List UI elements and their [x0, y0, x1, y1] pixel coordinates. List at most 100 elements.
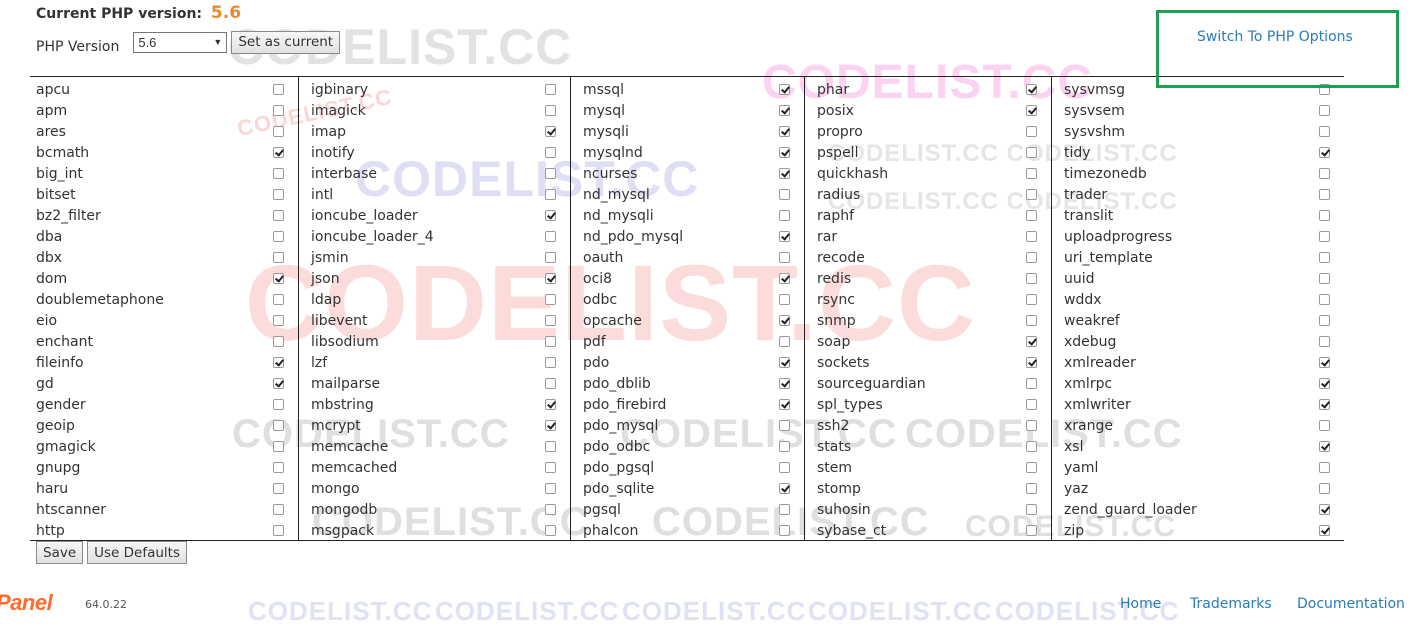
- extension-checkbox[interactable]: [1319, 378, 1330, 389]
- extension-checkbox[interactable]: [1026, 462, 1037, 473]
- extension-checkbox[interactable]: [273, 252, 284, 263]
- extension-checkbox[interactable]: [273, 336, 284, 347]
- extension-checkbox[interactable]: [273, 294, 284, 305]
- extension-checkbox[interactable]: [779, 483, 790, 494]
- extension-checkbox[interactable]: [1026, 336, 1037, 347]
- extension-checkbox[interactable]: [1319, 483, 1330, 494]
- extension-checkbox[interactable]: [273, 504, 284, 515]
- extension-checkbox[interactable]: [545, 336, 556, 347]
- extension-checkbox[interactable]: [545, 378, 556, 389]
- extension-checkbox[interactable]: [779, 105, 790, 116]
- extension-checkbox[interactable]: [1026, 483, 1037, 494]
- extension-checkbox[interactable]: [779, 252, 790, 263]
- extension-checkbox[interactable]: [1319, 462, 1330, 473]
- extension-checkbox[interactable]: [1319, 315, 1330, 326]
- extension-checkbox[interactable]: [1319, 399, 1330, 410]
- extension-checkbox[interactable]: [545, 462, 556, 473]
- extension-checkbox[interactable]: [779, 420, 790, 431]
- extension-checkbox[interactable]: [779, 399, 790, 410]
- extension-checkbox[interactable]: [1026, 441, 1037, 452]
- extension-checkbox[interactable]: [1319, 252, 1330, 263]
- extension-checkbox[interactable]: [273, 231, 284, 242]
- extension-checkbox[interactable]: [779, 504, 790, 515]
- extension-checkbox[interactable]: [779, 126, 790, 137]
- extension-checkbox[interactable]: [779, 147, 790, 158]
- extension-checkbox[interactable]: [273, 441, 284, 452]
- extension-checkbox[interactable]: [779, 189, 790, 200]
- extension-checkbox[interactable]: [545, 252, 556, 263]
- extension-checkbox[interactable]: [545, 399, 556, 410]
- extension-checkbox[interactable]: [1319, 525, 1330, 536]
- footer-link-home[interactable]: Home: [1120, 596, 1161, 612]
- extension-checkbox[interactable]: [545, 84, 556, 95]
- extension-checkbox[interactable]: [779, 294, 790, 305]
- extension-checkbox[interactable]: [1026, 378, 1037, 389]
- extension-checkbox[interactable]: [779, 378, 790, 389]
- extension-checkbox[interactable]: [273, 210, 284, 221]
- save-button[interactable]: Save: [36, 541, 84, 564]
- extension-checkbox[interactable]: [1026, 126, 1037, 137]
- extension-checkbox[interactable]: [273, 126, 284, 137]
- extension-checkbox[interactable]: [273, 462, 284, 473]
- extension-checkbox[interactable]: [1319, 105, 1330, 116]
- extension-checkbox[interactable]: [273, 189, 284, 200]
- extension-checkbox[interactable]: [545, 126, 556, 137]
- extension-checkbox[interactable]: [273, 315, 284, 326]
- set-as-current-button[interactable]: Set as current: [231, 30, 341, 54]
- extension-checkbox[interactable]: [545, 231, 556, 242]
- extension-checkbox[interactable]: [779, 525, 790, 536]
- extension-checkbox[interactable]: [779, 336, 790, 347]
- extension-checkbox[interactable]: [545, 105, 556, 116]
- extension-checkbox[interactable]: [1026, 273, 1037, 284]
- extension-checkbox[interactable]: [1319, 336, 1330, 347]
- extension-checkbox[interactable]: [1319, 420, 1330, 431]
- extension-checkbox[interactable]: [545, 420, 556, 431]
- extension-checkbox[interactable]: [1026, 357, 1037, 368]
- extension-checkbox[interactable]: [273, 168, 284, 179]
- extension-checkbox[interactable]: [779, 462, 790, 473]
- extension-checkbox[interactable]: [545, 504, 556, 515]
- extension-checkbox[interactable]: [545, 294, 556, 305]
- extension-checkbox[interactable]: [779, 273, 790, 284]
- extension-checkbox[interactable]: [273, 84, 284, 95]
- extension-checkbox[interactable]: [779, 357, 790, 368]
- extension-checkbox[interactable]: [1319, 210, 1330, 221]
- extension-checkbox[interactable]: [779, 315, 790, 326]
- extension-checkbox[interactable]: [1319, 294, 1330, 305]
- extension-checkbox[interactable]: [1026, 147, 1037, 158]
- extension-checkbox[interactable]: [1319, 441, 1330, 452]
- extension-checkbox[interactable]: [545, 168, 556, 179]
- extension-checkbox[interactable]: [1026, 294, 1037, 305]
- use-defaults-button[interactable]: Use Defaults: [87, 541, 188, 564]
- extension-checkbox[interactable]: [545, 483, 556, 494]
- extension-checkbox[interactable]: [545, 273, 556, 284]
- extension-checkbox[interactable]: [1026, 231, 1037, 242]
- extension-checkbox[interactable]: [545, 189, 556, 200]
- extension-checkbox[interactable]: [779, 84, 790, 95]
- extension-checkbox[interactable]: [273, 105, 284, 116]
- php-version-select[interactable]: 5.6 ▼: [133, 31, 228, 53]
- extension-checkbox[interactable]: [545, 147, 556, 158]
- extension-checkbox[interactable]: [1026, 84, 1037, 95]
- extension-checkbox[interactable]: [779, 210, 790, 221]
- extension-checkbox[interactable]: [1319, 231, 1330, 242]
- extension-checkbox[interactable]: [1319, 147, 1330, 158]
- extension-checkbox[interactable]: [1319, 126, 1330, 137]
- extension-checkbox[interactable]: [545, 315, 556, 326]
- extension-checkbox[interactable]: [1319, 189, 1330, 200]
- extension-checkbox[interactable]: [545, 210, 556, 221]
- extension-checkbox[interactable]: [779, 168, 790, 179]
- extension-checkbox[interactable]: [273, 378, 284, 389]
- extension-checkbox[interactable]: [1319, 168, 1330, 179]
- extension-checkbox[interactable]: [545, 525, 556, 536]
- extension-checkbox[interactable]: [273, 147, 284, 158]
- switch-to-php-options-link[interactable]: Switch To PHP Options: [1197, 29, 1353, 45]
- footer-link-documentation[interactable]: Documentation: [1297, 596, 1405, 612]
- extension-checkbox[interactable]: [1026, 105, 1037, 116]
- extension-checkbox[interactable]: [1026, 252, 1037, 263]
- extension-checkbox[interactable]: [1026, 420, 1037, 431]
- extension-checkbox[interactable]: [273, 273, 284, 284]
- extension-checkbox[interactable]: [273, 399, 284, 410]
- extension-checkbox[interactable]: [1026, 504, 1037, 515]
- extension-checkbox[interactable]: [273, 357, 284, 368]
